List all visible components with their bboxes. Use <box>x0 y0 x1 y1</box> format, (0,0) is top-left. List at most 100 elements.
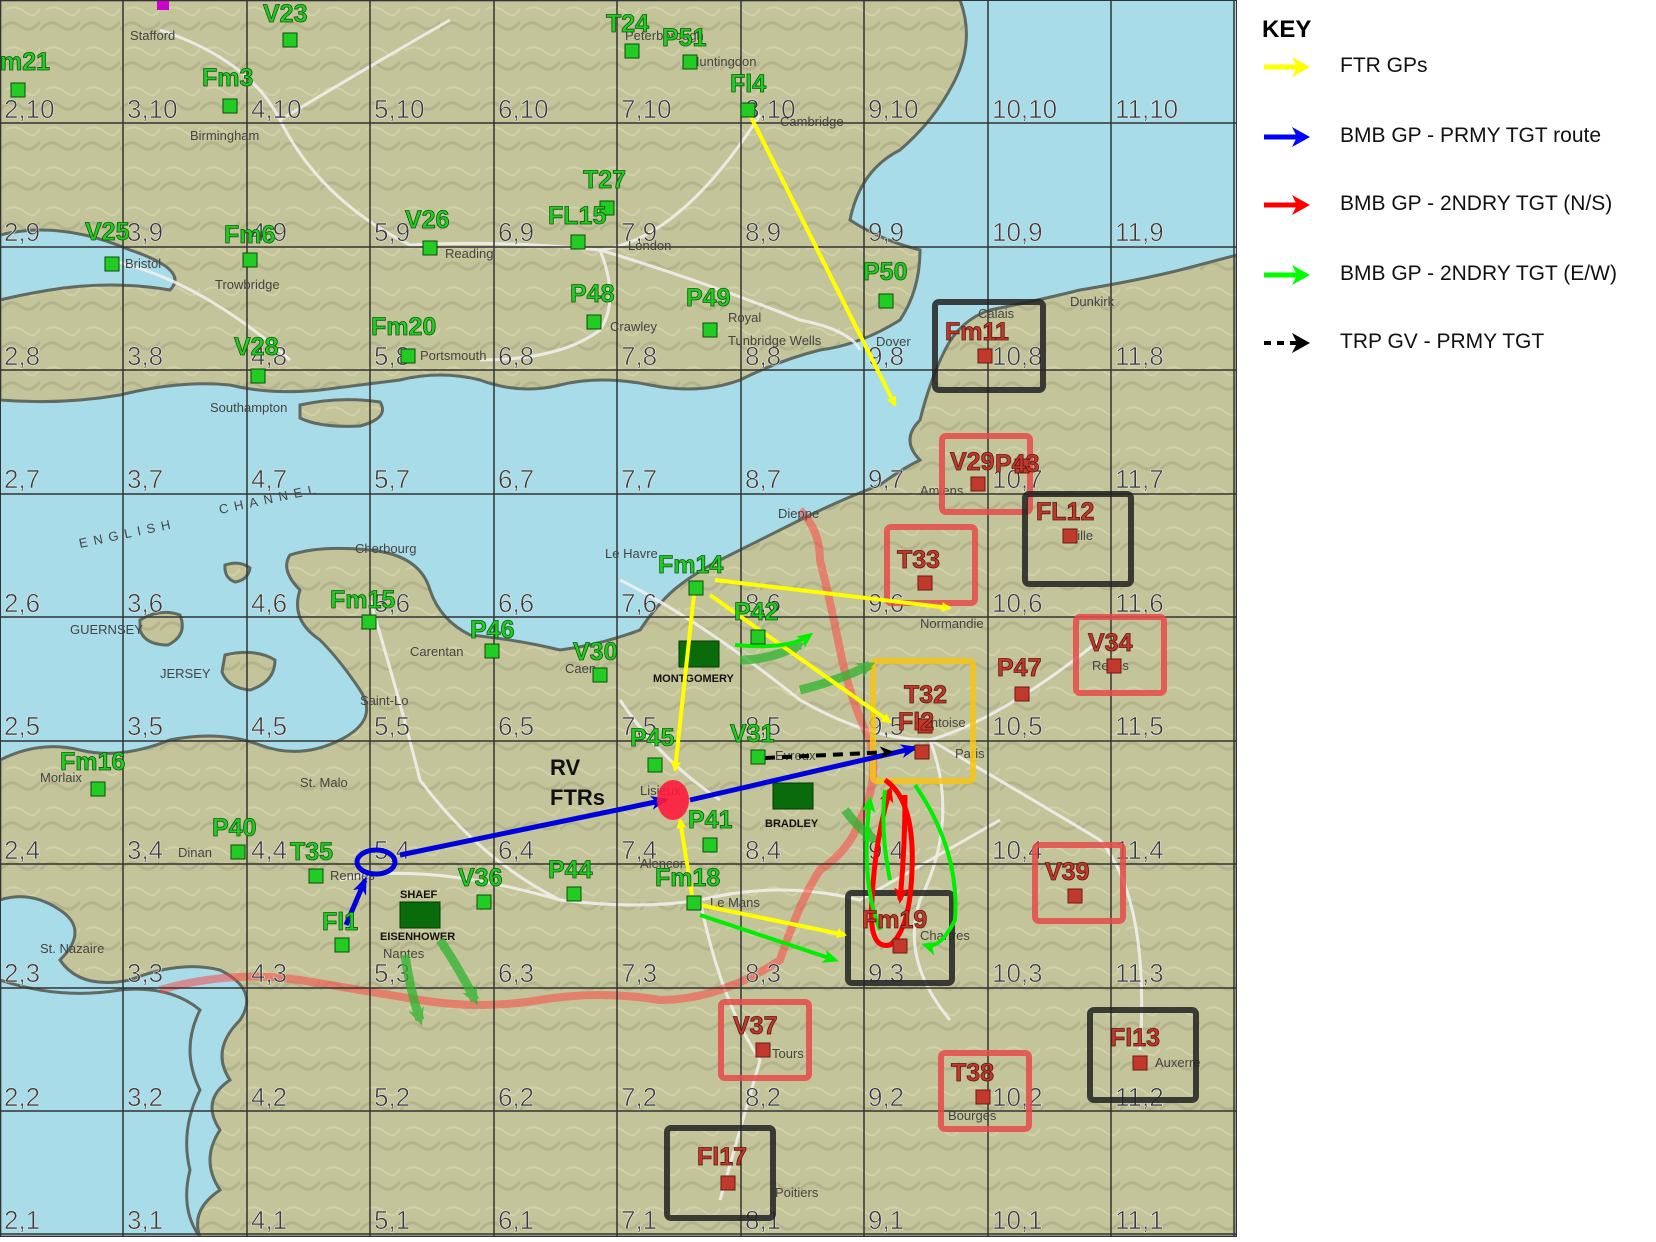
allied-unit-label: Fm3 <box>202 64 253 92</box>
grid-label: 11,6 <box>1115 588 1164 618</box>
grid-label: 5,10 <box>374 94 425 124</box>
grid-label: 2,7 <box>4 464 40 494</box>
allied-unit-marker-icon <box>400 348 416 364</box>
allied-unit-marker-icon <box>90 781 106 797</box>
allied-unit-marker-icon <box>334 937 350 953</box>
target-unit-label: FL12 <box>1036 498 1094 526</box>
allied-unit-label: Fm15 <box>330 586 395 614</box>
grid-label: 9,2 <box>868 1082 904 1112</box>
allied-unit-marker-icon <box>566 886 582 902</box>
place-name: Trowbridge <box>215 277 280 292</box>
hq-label: BRADLEY <box>765 818 819 830</box>
place-name: Bourges <box>948 1108 997 1123</box>
legend-label: BMB GP - 2NDRY TGT (E/W) <box>1340 262 1617 285</box>
grid-label: 3,6 <box>127 588 163 618</box>
grid-label: 6,1 <box>498 1205 534 1235</box>
allied-unit-marker-icon <box>422 240 438 256</box>
grid-label: 4,1 <box>251 1205 287 1235</box>
target-unit-label: P43 <box>995 450 1039 478</box>
grid-label: 5,7 <box>374 464 410 494</box>
allied-unit-marker-icon <box>570 234 586 250</box>
allied-unit-label: P48 <box>570 280 615 308</box>
allied-unit-marker-icon <box>624 43 640 59</box>
grid-label: 6,3 <box>498 958 534 988</box>
legend-title: KEY <box>1262 16 1312 43</box>
grid-label: 8,3 <box>745 958 781 988</box>
allied-unit-label: P44 <box>548 856 593 884</box>
allied-unit-marker-icon <box>702 322 718 338</box>
grid-label: 8,4 <box>745 835 781 865</box>
target-unit-label: V29 <box>950 448 994 476</box>
allied-unit-marker-icon <box>750 629 766 645</box>
place-name: Portsmouth <box>420 348 486 363</box>
place-name: Normandie <box>920 616 984 631</box>
grid-label: 6,7 <box>498 464 534 494</box>
target-unit-marker-icon <box>977 348 993 364</box>
place-name: Huntingdon <box>690 54 757 69</box>
place-name: Royal <box>728 310 761 325</box>
target-unit-label: V34 <box>1088 629 1133 657</box>
place-name: Saint-Lo <box>360 693 408 708</box>
grid-label: 11,1 <box>1115 1205 1164 1235</box>
allied-unit-marker-icon <box>250 368 266 384</box>
legend: KEY FTR GPs BMB GP - PRMY TGT route BMB GP… <box>1240 0 1656 420</box>
place-name: Stafford <box>130 28 175 43</box>
grid-label: 3,1 <box>127 1205 163 1235</box>
grid-label: 8,9 <box>745 217 781 247</box>
grid-label: 11,10 <box>1115 94 1178 124</box>
grid-label: 3,4 <box>127 835 163 865</box>
target-unit-marker-icon <box>1062 528 1078 544</box>
grid-label: 3,3 <box>127 958 163 988</box>
allied-unit-marker-icon <box>592 667 608 683</box>
target-unit-label: Fl13 <box>1110 1024 1160 1052</box>
allied-unit-label: V36 <box>458 864 502 892</box>
target-unit-marker-icon <box>755 1042 771 1058</box>
hq-flag-icon <box>772 782 814 810</box>
legend-arrow-icon <box>1264 333 1310 353</box>
allied-unit-label: P51 <box>662 24 707 52</box>
grid-label: 10,3 <box>992 958 1043 988</box>
grid-label: 2,10 <box>4 94 55 124</box>
grid-label: 11,9 <box>1115 217 1164 247</box>
grid-label: 9,7 <box>868 464 904 494</box>
target-unit-label: P47 <box>997 654 1041 682</box>
allied-unit-label: Fl1 <box>322 908 358 936</box>
target-unit-marker-icon <box>917 575 933 591</box>
grid-label: 4,10 <box>251 94 302 124</box>
grid-label: 5,2 <box>374 1082 410 1112</box>
allied-unit-label: m21 <box>0 48 50 76</box>
grid-label: 10,9 <box>992 217 1043 247</box>
allied-unit-label: Fm20 <box>371 313 436 341</box>
allied-unit-label: Fm14 <box>658 551 723 579</box>
place-name: JERSEY <box>160 666 211 681</box>
allied-unit-label: V28 <box>234 333 279 361</box>
allied-unit-marker-icon <box>476 894 492 910</box>
legend-label: TRP GV - PRMY TGT <box>1340 330 1545 353</box>
allied-unit-label: V31 <box>730 720 775 748</box>
legend-label: BMB GP - PRMY TGT route <box>1340 124 1602 147</box>
place-name: St. Nazaire <box>40 941 104 956</box>
allied-unit-label: T24 <box>606 10 649 38</box>
target-unit-marker-icon <box>975 1089 991 1105</box>
allied-unit-marker-icon <box>586 314 602 330</box>
allied-unit-marker-icon <box>242 252 258 268</box>
allied-unit-marker-icon <box>750 749 766 765</box>
place-name: Southampton <box>210 400 287 415</box>
grid-label: 10,6 <box>992 588 1043 618</box>
allied-unit-label: P45 <box>630 724 675 752</box>
grid-label: 7,1 <box>621 1205 657 1235</box>
place-name: Dover <box>876 334 911 349</box>
target-unit-label: Fl2 <box>898 708 934 736</box>
hq-flag-icon <box>399 901 441 929</box>
allied-unit-marker-icon <box>878 293 894 309</box>
grid-label: 7,10 <box>621 94 672 124</box>
grid-label: 6,4 <box>498 835 534 865</box>
place-name: Poitiers <box>775 1185 819 1200</box>
allied-unit-marker-icon <box>484 643 500 659</box>
allied-unit-label: P42 <box>734 598 778 626</box>
target-unit-marker-icon <box>720 1175 736 1191</box>
purple-marker <box>157 0 169 10</box>
grid-label: 10,2 <box>992 1082 1043 1112</box>
place-name: Dunkirk <box>1070 294 1115 309</box>
legend-label: BMB GP - 2NDRY TGT (N/S) <box>1340 192 1613 215</box>
